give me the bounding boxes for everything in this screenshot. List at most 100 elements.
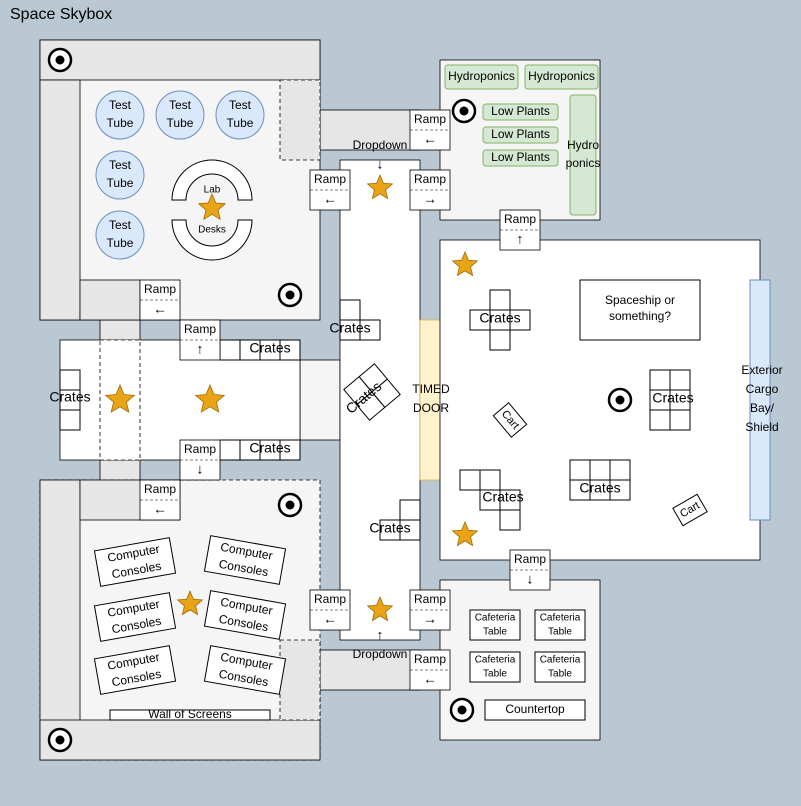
console-left-strip (39, 479, 81, 761)
ramp-label: Ramp (144, 482, 176, 496)
ramp-label: Ramp (414, 592, 446, 606)
test-tube: Test Tube (95, 150, 145, 200)
crate (569, 459, 591, 481)
console-bottom-strip (39, 719, 321, 761)
ramp-marker: Ramp ← (139, 479, 181, 521)
ramp-label: Ramp (314, 592, 346, 606)
exterior-label: Bay/ (750, 401, 775, 415)
spawn-target-icon (451, 98, 477, 124)
ramp-label: Ramp (414, 112, 446, 126)
ramp-marker: Ramp ← (409, 649, 451, 691)
low-plants-bed: Low Plants (482, 149, 559, 167)
crate-stack: Crates (649, 369, 694, 431)
ramp-marker: Ramp ↑ (179, 319, 221, 361)
corridor-center-link (299, 359, 341, 441)
low-plants-bed-label: Low Plants (491, 104, 550, 118)
map-diagram: Test Tube Test Tube Test Tube Test Tube Test Tube… (39, 39, 783, 761)
crates-label: Crates (249, 340, 290, 356)
hydroponics-bed-label: Hydroponics (528, 69, 595, 83)
crate (589, 459, 611, 481)
crate-stack: Crates (569, 459, 631, 501)
spawn-target-dot (615, 395, 625, 405)
crate (459, 469, 481, 491)
spawn-target-icon (277, 492, 303, 518)
lab-top-strip (39, 39, 321, 81)
timed-door-label: TIMED (412, 382, 450, 396)
ramp-label: Ramp (314, 172, 346, 186)
test-tube-label: Tube (107, 176, 134, 190)
ramp-marker: Ramp ↓ (179, 439, 221, 481)
cafeteria-table: Cafeteria Table (469, 651, 521, 683)
dropdown-arrow-icon: ↓ (377, 156, 384, 172)
test-tube-label: Tube (107, 236, 134, 250)
test-tube: Test Tube (155, 90, 205, 140)
ramp-marker: Ramp → (409, 589, 451, 631)
spawn-target-dot (55, 735, 65, 745)
crate (339, 299, 361, 321)
dropdown-label: Dropdown (353, 647, 408, 661)
ramp-label: Ramp (504, 212, 536, 226)
exterior-shield-box (749, 279, 771, 521)
ramp-arrow-icon: ↑ (197, 341, 204, 357)
ramp-arrow-icon: ↓ (527, 571, 534, 587)
spawn-target-icon (449, 697, 475, 723)
ramp-arrow-icon: ← (153, 301, 167, 317)
crate (669, 409, 691, 431)
low-plants-bed-label: Low Plants (491, 127, 550, 141)
timed-door (419, 319, 441, 481)
ramp-label: Ramp (414, 172, 446, 186)
ramp-arrow-icon: ↑ (517, 231, 524, 247)
exterior-label: Shield (745, 420, 778, 434)
spawn-target-icon (277, 282, 303, 308)
lab-left-strip (39, 79, 81, 321)
crate (489, 329, 511, 351)
ramp-arrow-icon: ← (323, 191, 337, 207)
test-tube-label: Tube (107, 116, 134, 130)
ramp-arrow-icon: ← (153, 501, 167, 517)
lab-ramp-pad (279, 79, 321, 161)
cafeteria-table-label: Cafeteria (540, 655, 581, 666)
cafeteria-table-label: Cafeteria (475, 613, 516, 624)
ramp-marker: Ramp ← (409, 109, 451, 151)
ramp-arrow-icon: ← (423, 671, 437, 687)
ramp-arrow-icon: ← (423, 131, 437, 147)
spaceship-label: something? (609, 309, 671, 323)
exterior-label: Exterior (741, 363, 782, 377)
ramp-marker: Ramp ← (309, 589, 351, 631)
low-plants-bed: Low Plants (482, 126, 559, 144)
crates-label: Crates (652, 390, 693, 406)
low-plants-bed-label: Low Plants (491, 150, 550, 164)
crates-label: Crates (579, 480, 620, 496)
map-canvas: Space Skybox Test Tube Test Tube Test Tube Tes… (0, 0, 801, 801)
crate (219, 439, 241, 461)
crates-label: Crates (369, 520, 410, 536)
ramp-arrow-icon: ← (323, 611, 337, 627)
crate (479, 469, 501, 491)
crates-label: Crates (49, 389, 90, 405)
crate (609, 459, 631, 481)
spawn-target-dot (457, 705, 467, 715)
countertop-label: Countertop (505, 702, 565, 716)
ramp-marker: Ramp ← (139, 279, 181, 321)
countertop: Countertop (484, 699, 586, 721)
wall-of-screens-label: Wall of Screens (148, 707, 232, 721)
crate (649, 369, 671, 391)
crate (59, 409, 81, 431)
hydroponics-tower-box (569, 94, 597, 216)
map-title: Space Skybox (10, 6, 113, 23)
cafeteria-table: Cafeteria Table (534, 651, 586, 683)
test-tube: Test Tube (95, 90, 145, 140)
crate (59, 369, 81, 391)
spawn-target-dot (55, 55, 65, 65)
cafeteria-table-label: Table (483, 669, 507, 680)
hydroponics-tower-label: Hydro (567, 138, 599, 152)
test-tube-label: Test (229, 98, 252, 112)
crates-label: Crates (249, 440, 290, 456)
crates-label: Crates (482, 489, 523, 505)
ramp-marker: Ramp ← (309, 169, 351, 211)
console-ramp-pad (279, 639, 321, 721)
ramp-marker: Ramp ↓ (509, 549, 551, 591)
spawn-target-dot (459, 106, 469, 116)
cafeteria-table-label: Table (548, 669, 572, 680)
ramp-arrow-icon: → (423, 191, 437, 207)
